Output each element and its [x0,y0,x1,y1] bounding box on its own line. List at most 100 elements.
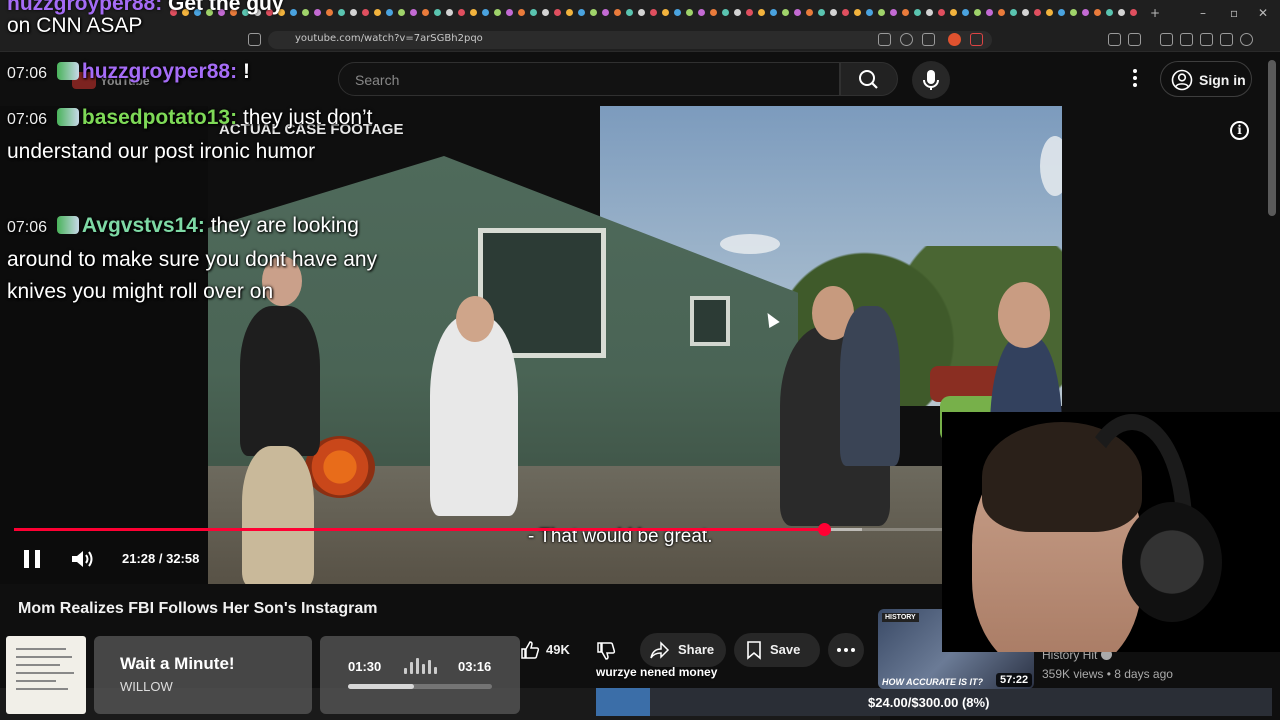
zoom-icon[interactable] [900,33,913,46]
browser-tab-favicon[interactable] [410,9,417,16]
browser-tab-favicon[interactable] [1046,9,1053,16]
browser-tab-favicon[interactable] [710,9,717,16]
browser-tab-favicon[interactable] [482,9,489,16]
sign-in-button[interactable]: Sign in [1160,61,1252,97]
browser-tab-favicon[interactable] [530,9,537,16]
browser-tab-favicon[interactable] [1130,9,1137,16]
browser-tab-favicon[interactable] [518,9,525,16]
browser-tab-favicon[interactable] [470,9,477,16]
browser-tab-favicon[interactable] [914,9,921,16]
browser-tab-favicon[interactable] [602,9,609,16]
browser-tab-favicon[interactable] [758,9,765,16]
browser-tab-favicon[interactable] [890,9,897,16]
browser-tab-favicon[interactable] [362,9,369,16]
search-button[interactable] [840,62,898,96]
voice-search-button[interactable] [912,61,950,99]
maximize-icon[interactable]: ▫ [1230,6,1238,20]
volume-icon[interactable] [70,549,94,569]
browser-tab-favicon[interactable] [926,9,933,16]
browser-tab-favicon[interactable] [986,9,993,16]
browser-tab-favicon[interactable] [638,9,645,16]
browser-tab-favicon[interactable] [1070,9,1077,16]
browser-tab-favicon[interactable] [1034,9,1041,16]
share-page-icon[interactable] [922,33,935,46]
browser-tab-favicon[interactable] [542,9,549,16]
browser-tab-favicon[interactable] [674,9,681,16]
cast-icon[interactable] [878,33,891,46]
browser-tab-favicon[interactable] [866,9,873,16]
browser-tab-favicon[interactable] [590,9,597,16]
settings-menu-icon[interactable] [1124,67,1146,91]
sidebar-toggle-icon[interactable] [1128,33,1141,46]
browser-tab-favicon[interactable] [494,9,501,16]
browser-tab-favicon[interactable] [326,9,333,16]
more-actions-button[interactable] [828,633,864,667]
dislike-button[interactable] [590,633,626,667]
vpn-icon[interactable] [1220,33,1233,46]
browser-tab-favicon[interactable] [578,9,585,16]
browser-tab-favicon[interactable] [290,9,297,16]
browser-tab-favicon[interactable] [1082,9,1089,16]
media-icon[interactable] [1160,33,1173,46]
profile-icon[interactable] [1240,33,1253,46]
browser-tab-favicon[interactable] [770,9,777,16]
browser-tab-favicon[interactable] [698,9,705,16]
share-button[interactable]: Share [640,633,726,667]
browser-tab-favicon[interactable] [554,9,561,16]
close-window-icon[interactable]: ✕ [1258,6,1268,20]
browser-tab-favicon[interactable] [806,9,813,16]
browser-tab-favicon[interactable] [854,9,861,16]
wallet-icon[interactable] [1200,33,1213,46]
browser-tab-favicon[interactable] [1022,9,1029,16]
browser-tab-favicon[interactable] [314,9,321,16]
browser-tab-favicon[interactable] [1010,9,1017,16]
browser-tab-favicon[interactable] [782,9,789,16]
save-button[interactable]: Save [734,633,820,667]
browser-tab-favicon[interactable] [302,9,309,16]
browser-tab-favicon[interactable] [974,9,981,16]
pause-icon[interactable] [24,550,42,568]
video-player[interactable] [0,106,1062,584]
bookmark-icon[interactable] [248,33,261,46]
browser-tab-favicon[interactable] [374,9,381,16]
new-tab-icon[interactable]: + [1150,6,1160,20]
browser-tab-favicon[interactable] [614,9,621,16]
browser-tab-favicon[interactable] [746,9,753,16]
browser-tab-favicon[interactable] [842,9,849,16]
brave-shield-icon[interactable] [948,33,961,46]
browser-tab-favicon[interactable] [566,9,573,16]
browser-tab-icons[interactable] [170,9,1140,17]
reader-icon[interactable] [1180,33,1193,46]
browser-tab-favicon[interactable] [902,9,909,16]
browser-tab-favicon[interactable] [506,9,513,16]
browser-tab-favicon[interactable] [830,9,837,16]
browser-tab-favicon[interactable] [686,9,693,16]
browser-menu-icon[interactable] [1260,33,1273,46]
minimize-icon[interactable]: – [1200,6,1206,20]
browser-tab-favicon[interactable] [734,9,741,16]
page-scrollbar[interactable] [1268,60,1276,216]
browser-tab-favicon[interactable] [938,9,945,16]
browser-tab-favicon[interactable] [962,9,969,16]
video-scrubber-handle[interactable] [817,523,831,536]
browser-tab-favicon[interactable] [662,9,669,16]
browser-tab-favicon[interactable] [446,9,453,16]
browser-tab-favicon[interactable] [386,9,393,16]
browser-tab-favicon[interactable] [1118,9,1125,16]
browser-tab-favicon[interactable] [794,9,801,16]
browser-tab-favicon[interactable] [398,9,405,16]
extensions-icon[interactable] [1108,33,1121,46]
browser-tab-favicon[interactable] [650,9,657,16]
browser-tab-favicon[interactable] [722,9,729,16]
browser-tab-favicon[interactable] [626,9,633,16]
browser-tab-favicon[interactable] [338,9,345,16]
browser-tab-favicon[interactable] [950,9,957,16]
browser-tab-favicon[interactable] [1094,9,1101,16]
browser-tab-favicon[interactable] [422,9,429,16]
browser-tab-favicon[interactable] [458,9,465,16]
browser-tab-favicon[interactable] [434,9,441,16]
browser-tab-favicon[interactable] [1058,9,1065,16]
browser-tab-favicon[interactable] [998,9,1005,16]
info-icon[interactable]: i [1230,121,1249,140]
browser-tab-favicon[interactable] [1106,9,1113,16]
